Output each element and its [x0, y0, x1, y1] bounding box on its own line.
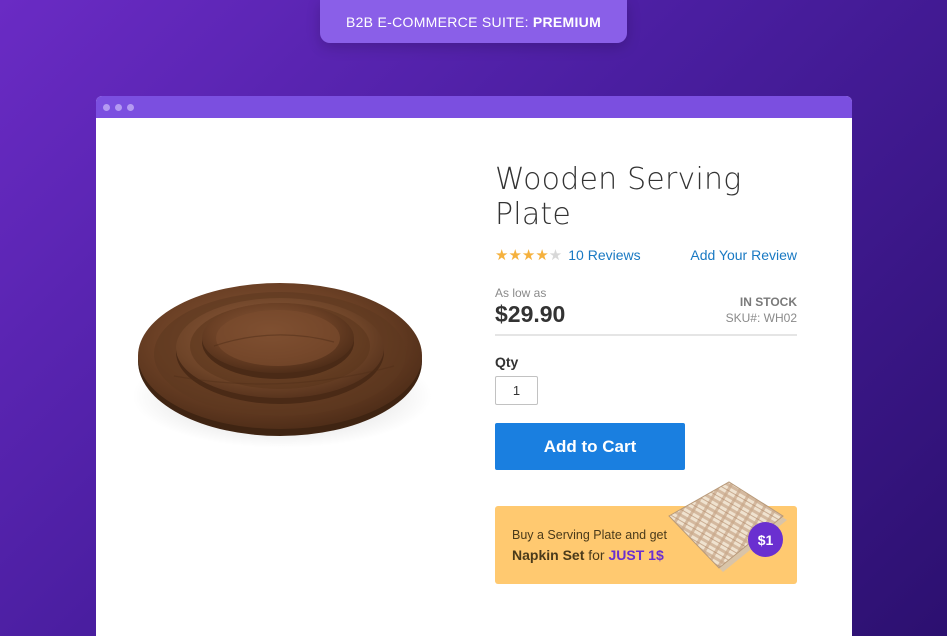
window-dot-icon[interactable]	[103, 103, 110, 111]
promo-offer: Napkin Set for JUST 1$	[512, 547, 664, 563]
add-review-link[interactable]: Add Your Review	[690, 247, 797, 263]
sku-label: SKU#:	[725, 311, 761, 325]
qty-label: Qty	[495, 354, 519, 370]
promo-for: for	[588, 547, 605, 563]
sku: SKU#: WH02	[726, 311, 797, 325]
rating-stars-icon[interactable]: ★★★★★	[495, 246, 562, 264]
price-prefix: As low as	[495, 286, 547, 300]
rating-row: ★★★★★ 10 Reviews Add Your Review	[495, 246, 797, 264]
add-to-cart-button[interactable]: Add to Cart	[495, 423, 685, 470]
product-title: Wooden Serving Plate	[495, 162, 742, 232]
edition-badge: B2B E-COMMERCE SUITE: PREMIUM	[320, 0, 627, 43]
edition-badge-prefix: B2B E-COMMERCE SUITE:	[345, 13, 529, 30]
reviews-link[interactable]: 10 Reviews	[568, 247, 640, 263]
edition-badge-name: PREMIUM	[532, 13, 602, 30]
product-image[interactable]	[134, 246, 434, 466]
promo-price-badge: $1	[748, 522, 783, 557]
window-dot-icon[interactable]	[115, 103, 122, 111]
price-block: As low as $29.90 IN STOCK SKU#: WH02	[495, 286, 797, 336]
window-dot-icon[interactable]	[127, 103, 134, 111]
stock-status: IN STOCK	[739, 295, 797, 309]
browser-window: Wooden Serving Plate ★★★★★ 10 Reviews Ad…	[96, 96, 852, 636]
product-info: Wooden Serving Plate ★★★★★ 10 Reviews Ad…	[495, 162, 797, 584]
product-price: $29.90	[495, 301, 566, 327]
promo-text: Buy a Serving Plate and get	[512, 528, 667, 542]
window-titlebar	[96, 96, 852, 118]
promo-deal: JUST 1$	[608, 547, 664, 563]
promo-item: Napkin Set	[512, 547, 585, 563]
qty-input[interactable]	[495, 376, 538, 405]
sku-value: WH02	[763, 311, 797, 325]
promo-banner[interactable]: Buy a Serving Plate and get Napkin Set f…	[495, 481, 797, 584]
